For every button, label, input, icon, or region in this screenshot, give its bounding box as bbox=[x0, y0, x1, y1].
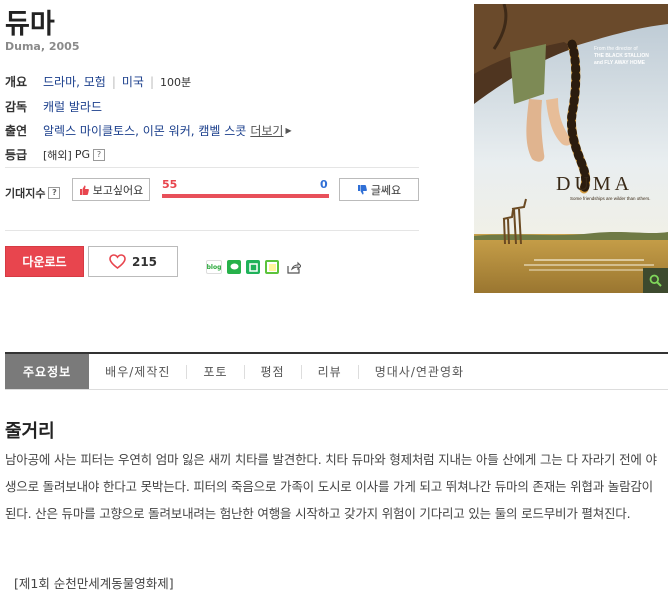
runtime: 100분 bbox=[160, 75, 192, 89]
country-link[interactable]: 미국 bbox=[122, 73, 144, 90]
poster-tagline: Some friendships are wilder than others. bbox=[570, 196, 651, 201]
anticipation-bar-fill bbox=[162, 194, 329, 198]
dislike-button[interactable]: 글쎄요 bbox=[339, 178, 419, 201]
anticipation-bar bbox=[162, 194, 329, 198]
rating-region: [해외] bbox=[43, 148, 72, 162]
tab-score[interactable]: 평점 bbox=[245, 354, 301, 389]
divider: | bbox=[149, 74, 155, 89]
cast-links[interactable]: 알렉스 마이클토스, 이몬 워커, 캠벨 스콧 bbox=[43, 122, 246, 139]
like-count: 55 bbox=[162, 178, 178, 191]
svg-text:THE BLACK STALLION: THE BLACK STALLION bbox=[594, 53, 649, 59]
anticipation-label: 기대지수 ? bbox=[5, 185, 61, 201]
director-label: 감독 bbox=[5, 100, 28, 114]
help-icon[interactable]: ? bbox=[48, 187, 61, 199]
talk-icon[interactable] bbox=[227, 260, 241, 274]
rating-value: PG bbox=[74, 148, 90, 161]
synopsis-title: 줄거리 bbox=[5, 421, 55, 442]
tab-photo[interactable]: 포토 bbox=[187, 354, 243, 389]
movie-title: 듀마 bbox=[5, 9, 55, 40]
anticipation-label-text: 기대지수 bbox=[5, 187, 46, 200]
poster-tagline-top: From the director of bbox=[594, 46, 638, 52]
tab-quotes-related[interactable]: 명대사/연관영화 bbox=[359, 354, 480, 389]
zoom-button[interactable] bbox=[643, 268, 668, 293]
dislike-count: 0 bbox=[320, 178, 328, 191]
thumbs-up-icon bbox=[79, 185, 89, 195]
cast-label: 출연 bbox=[5, 124, 28, 138]
festival-note: [제1회 순천만세계동물영화제] bbox=[14, 576, 174, 591]
overview-label: 개요 bbox=[5, 75, 28, 89]
heart-count: 215 bbox=[131, 254, 158, 269]
poster-title: DUMA bbox=[556, 173, 633, 195]
help-icon[interactable]: ? bbox=[93, 148, 105, 161]
band-icon[interactable] bbox=[246, 260, 260, 274]
poster-image: From the director of THE BLACK STALLION … bbox=[474, 4, 668, 293]
tab-cast-crew[interactable]: 배우/제작진 bbox=[89, 354, 186, 389]
chevron-right-icon: ▶ bbox=[285, 126, 292, 135]
rating-row: 등급 [해외] PG ? bbox=[5, 146, 105, 163]
overview-row: 개요 드라마, 모험 | 미국 | 100분 bbox=[5, 73, 191, 90]
movie-subtitle: Duma, 2005 bbox=[5, 40, 80, 53]
svg-text:and FLY AWAY HOME: and FLY AWAY HOME bbox=[594, 60, 646, 66]
line-icon[interactable] bbox=[265, 260, 279, 274]
director-link[interactable]: 캐럴 발라드 bbox=[43, 98, 102, 115]
search-icon bbox=[649, 274, 662, 287]
divider-line bbox=[5, 230, 419, 231]
heart-icon bbox=[109, 254, 126, 269]
movie-poster[interactable]: From the director of THE BLACK STALLION … bbox=[474, 4, 668, 293]
thumbs-down-icon bbox=[357, 184, 367, 194]
tab-bar: 주요정보 배우/제작진 포토 평점 리뷰 명대사/연관영화 bbox=[5, 352, 668, 390]
rating-label: 등급 bbox=[5, 148, 28, 162]
download-button[interactable]: 다운로드 bbox=[5, 246, 84, 277]
share-icon[interactable] bbox=[284, 260, 304, 274]
tab-main-info[interactable]: 주요정보 bbox=[5, 354, 90, 389]
divider-line bbox=[5, 167, 419, 168]
blog-icon[interactable]: blog bbox=[206, 260, 222, 274]
like-heart-button[interactable]: 215 bbox=[88, 246, 178, 277]
like-label: 보고싶어요 bbox=[92, 183, 144, 197]
director-row: 감독 캐럴 발라드 bbox=[5, 98, 102, 115]
synopsis-body: 남아공에 사는 피터는 우연히 엄마 잃은 새끼 치타를 발견한다. 치타 듀마… bbox=[5, 452, 657, 521]
divider: | bbox=[111, 74, 116, 89]
more-cast-link[interactable]: 더보기 bbox=[250, 122, 283, 139]
tab-review[interactable]: 리뷰 bbox=[302, 354, 358, 389]
cast-row: 출연 알렉스 마이클토스, 이몬 워커, 캠벨 스콧 더보기 ▶ bbox=[5, 122, 292, 139]
like-button[interactable]: 보고싶어요 bbox=[72, 178, 150, 201]
share-bar: blog bbox=[206, 260, 304, 274]
genre-link[interactable]: 드라마, 모험 bbox=[43, 73, 106, 90]
dislike-label: 글쎄요 bbox=[370, 183, 402, 197]
